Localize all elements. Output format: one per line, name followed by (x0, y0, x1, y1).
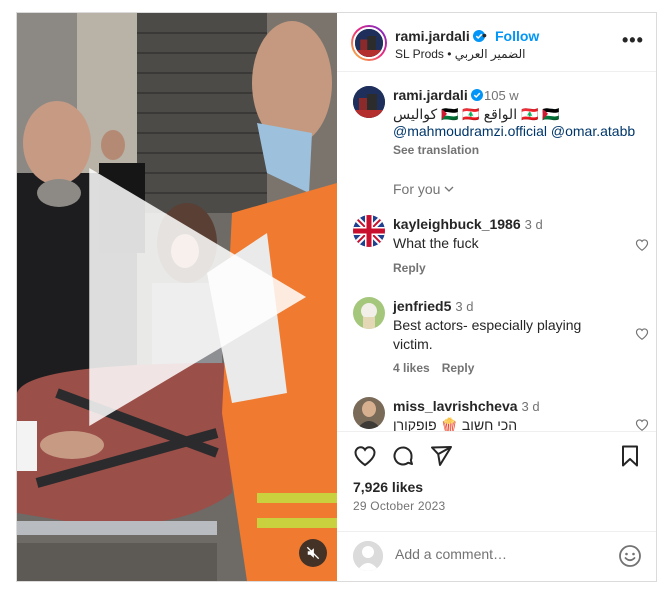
commenter-avatar[interactable] (353, 397, 385, 429)
caption-avatar[interactable] (353, 86, 385, 118)
caption-mentions[interactable]: @mahmoudramzi.official @omar.atabb (393, 123, 635, 139)
post-subtitle[interactable]: SL Prods • الضمير العربي (395, 47, 525, 61)
commenter-username[interactable]: miss_lavrishcheva (393, 398, 518, 414)
instagram-post: rami.jardali • Follow SL Prods • الضمير … (16, 12, 657, 582)
see-translation-link[interactable]: See translation (393, 143, 479, 157)
commenter-avatar[interactable] (353, 215, 385, 247)
comment-timestamp[interactable]: 3 d (522, 399, 540, 414)
mute-toggle[interactable] (299, 539, 327, 567)
caption-text: 🇱🇧 🇵🇸 الواقع 🇵🇸 🇱🇧 كواليس (393, 106, 560, 122)
post-actions: 7,926 likes 29 October 2023 (337, 431, 656, 531)
post-video[interactable] (17, 13, 337, 581)
likes-count[interactable]: 7,926 likes (353, 479, 423, 495)
post-date[interactable]: 29 October 2023 (353, 499, 445, 513)
comment-text: What the fuck (393, 235, 479, 251)
comment-text: Best actors- especially playing victim. (393, 317, 582, 352)
commenter-username[interactable]: jenfried5 (393, 298, 451, 314)
post-side-panel: rami.jardali • Follow SL Prods • الضمير … (337, 13, 656, 581)
comments-section[interactable]: rami.jardali 105 w 🇱🇧 🇵🇸 الواقع 🇵🇸 🇱🇧 كو… (337, 73, 656, 431)
comment-actions: 4 likes Reply (393, 361, 486, 375)
comment-sort-dropdown[interactable]: For you (393, 181, 454, 197)
play-icon[interactable] (17, 13, 337, 581)
caption-username[interactable]: rami.jardali (393, 87, 483, 103)
share-icon[interactable] (429, 444, 453, 468)
caption-timestamp[interactable]: 105 w (484, 88, 519, 103)
comment-item: jenfried5 3 d Best actors- especially pla… (353, 297, 649, 377)
follow-button[interactable]: Follow (495, 28, 539, 44)
bookmark-icon[interactable] (618, 444, 642, 468)
comment-timestamp[interactable]: 3 d (525, 217, 543, 232)
comment-icon[interactable] (391, 444, 415, 468)
comment-item: miss_lavrishcheva 3 d הכי חשוב 🍿 פופקורן (353, 397, 649, 431)
current-user-avatar (353, 541, 383, 571)
commenter-username[interactable]: kayleighbuck_1986 (393, 216, 521, 232)
post-header: rami.jardali • Follow SL Prods • الضمير … (337, 13, 656, 72)
more-icon[interactable]: ••• (622, 31, 643, 53)
heart-icon[interactable] (635, 418, 649, 431)
sort-label: For you (393, 181, 441, 197)
comment-item: kayleighbuck_1986 3 d What the fuck Reply (353, 215, 649, 275)
author-avatar[interactable] (351, 25, 387, 61)
emoji-icon[interactable] (618, 544, 642, 568)
comment-text: הכי חשוב 🍿 פופקורן (393, 417, 518, 431)
heart-icon[interactable] (635, 327, 649, 341)
reply-button[interactable]: Reply (393, 261, 426, 275)
commenter-avatar[interactable] (353, 297, 385, 329)
separator-dot: • (482, 27, 487, 43)
author-username[interactable]: rami.jardali (395, 28, 485, 44)
heart-icon[interactable] (353, 444, 377, 468)
comment-input[interactable] (395, 546, 595, 562)
verified-badge-icon (470, 89, 483, 101)
add-comment-bar (337, 531, 656, 581)
muted-icon (306, 546, 320, 560)
comment-timestamp[interactable]: 3 d (455, 299, 473, 314)
comment-actions: Reply (393, 261, 438, 275)
heart-icon[interactable] (635, 238, 649, 252)
chevron-down-icon (445, 186, 454, 192)
reply-button[interactable]: Reply (442, 361, 475, 375)
likes-count-link[interactable]: 4 likes (393, 361, 430, 375)
